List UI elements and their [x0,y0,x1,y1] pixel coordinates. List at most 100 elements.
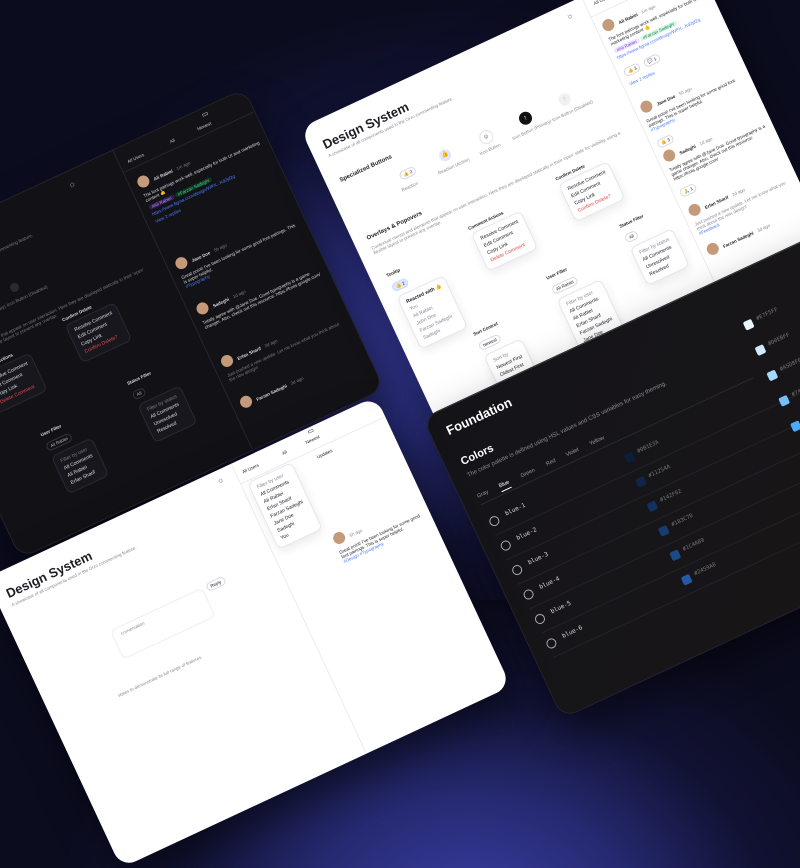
all-filter[interactable]: All [281,449,288,456]
reaction-active-button[interactable]: 👍 [437,147,454,164]
user-filter-label: User Filter [545,266,568,281]
palette-icon [533,612,547,626]
comment-time: 2d ago [263,338,279,349]
all-users-filter[interactable]: All Users [593,0,611,6]
tab-yellow[interactable]: Yellow [589,435,606,447]
reaction-chip[interactable]: 👍 3 [622,61,642,78]
color-swatch[interactable] [623,451,636,464]
comment-time: 3d ago [756,222,772,234]
sun-icon[interactable]: ☼ [564,10,574,21]
palette-icon [544,636,559,651]
sun-icon[interactable]: ☼ [66,178,78,191]
comment-time: 1m ago [640,3,657,15]
reply-button[interactable]: Reply [205,575,227,593]
all-filter[interactable]: All [169,138,176,145]
avatar [661,147,678,164]
comment-time: 5h ago [348,527,364,539]
icon-button-primary-label: Icon Button (Primary) [0,303,7,326]
status-filter-menu: Filter by status All Comments Unresolved… [629,228,690,287]
comment-icon[interactable]: ▭ [200,109,210,119]
status-filter-select[interactable]: All [623,229,640,244]
color-swatch[interactable] [669,549,682,562]
comment-time: 1d ago [698,136,714,147]
dark-user-filter: User Filter Ali Rabiei Filter by user Al… [40,414,110,495]
newest-sort[interactable]: Newest [196,121,212,132]
color-hex: #E7F5FF [755,306,779,323]
palette-icon [521,587,536,602]
arrow-up-icon[interactable]: ↑ [516,109,535,127]
avatar [173,254,190,271]
color-swatch[interactable] [680,573,693,586]
avatar [194,300,211,317]
color-swatch[interactable] [742,318,755,331]
tooltip-label: Tooltip [385,267,401,279]
reaction-chip[interactable]: 💬 1 [642,52,662,69]
reaction-chip[interactable]: 🙏 1 [678,182,699,198]
disabled-icon-button[interactable] [8,281,21,294]
avatar [638,98,655,115]
tab-red[interactable]: Red [545,458,557,468]
user-filter-label: User Filter [39,423,63,438]
reaction-button[interactable]: 👍 2 [398,165,418,181]
color-name: blue-4 [538,575,561,591]
comment-author: Farzan Sadeghi [255,383,288,402]
tab-gray[interactable]: Gray [476,489,489,499]
color-swatch[interactable] [754,344,767,357]
reaction-button[interactable]: 👍 2 [390,277,411,293]
reaction-label: Reaction [400,180,420,193]
color-hex: #2459A8 [693,561,717,578]
comment-time: 5h ago [678,86,693,97]
tab-violet[interactable]: Violet [565,447,580,458]
avatar [600,16,617,33]
sun-icon[interactable]: ☼ [215,475,225,486]
color-swatch[interactable] [635,475,648,488]
sort-control-label: Sort Control [472,321,499,337]
color-hex: #11254A [647,464,672,480]
comment-author: Jane Doe [655,93,677,107]
avatar [704,240,721,257]
disabled-icon-button[interactable]: ↑ [556,91,573,108]
all-users-filter[interactable]: All Users [127,152,145,164]
color-name: blue-3 [526,550,550,567]
status-filter-demo: Status Filter All Filter by status All C… [619,205,690,287]
tab-green[interactable]: Green [520,467,536,479]
dark-comment-actions: Comment Actions Resolve Comment Edit Com… [0,345,48,414]
comment-time: 1d ago [231,288,247,300]
tab-blue[interactable]: Blue [498,479,512,493]
color-name: blue-5 [549,599,573,616]
color-name: blue-2 [515,526,539,542]
icon-button[interactable]: ☺ [477,127,496,147]
icon-button-disabled-label: Icon Button (Disabled) [551,99,594,123]
reply-label: Reply [209,579,223,589]
bottom-comment: 5h ago Great point! I've been looking fo… [330,492,431,564]
comment-actions-demo: Comment Actions Resolve Comment Edit Com… [467,203,539,272]
updates-label: Updates [315,447,334,460]
color-name: blue-6 [561,624,584,640]
icon-button-primary-label: Icon Button (Primary) [511,118,553,141]
color-hex: #183C70 [670,512,695,529]
tooltip-demo: Tooltip 👍 2 Reacted with 👍 You Ali Rabie… [385,251,469,350]
comment-time: 1m ago [175,160,192,172]
all-users-filter[interactable]: All Users [241,462,259,474]
comment-icon[interactable]: ▭ [306,426,315,436]
color-swatch[interactable] [657,524,670,537]
status-filter-select[interactable]: All [131,386,147,401]
dark-status-filter: Status Filter All Filter by status All C… [126,362,198,444]
avatar [686,201,703,218]
conversation-label: conversation [120,620,146,636]
comment-actions-menu: Resolve Comment Edit Comment Copy Link D… [0,352,48,414]
comment-time: 3d ago [289,375,305,386]
states-desc: states to demonstrate its full range of … [117,654,204,698]
comment-author: Farzan Sadeghi [722,230,755,249]
color-hex: #D0EBFF [767,332,791,348]
newest-sort[interactable]: Newest [305,434,321,445]
specialized-buttons-heading: Specialized Buttons [338,154,394,184]
icon-button-label: Icon Button [478,142,502,157]
color-hex: #A5D8FF [779,357,800,373]
palette-icon [510,563,524,577]
comment-author: Jane Doe [190,250,212,264]
avatar [135,173,152,190]
comment-author: Sadeghi [678,143,697,156]
avatar [218,352,235,369]
color-swatch[interactable] [646,500,659,513]
